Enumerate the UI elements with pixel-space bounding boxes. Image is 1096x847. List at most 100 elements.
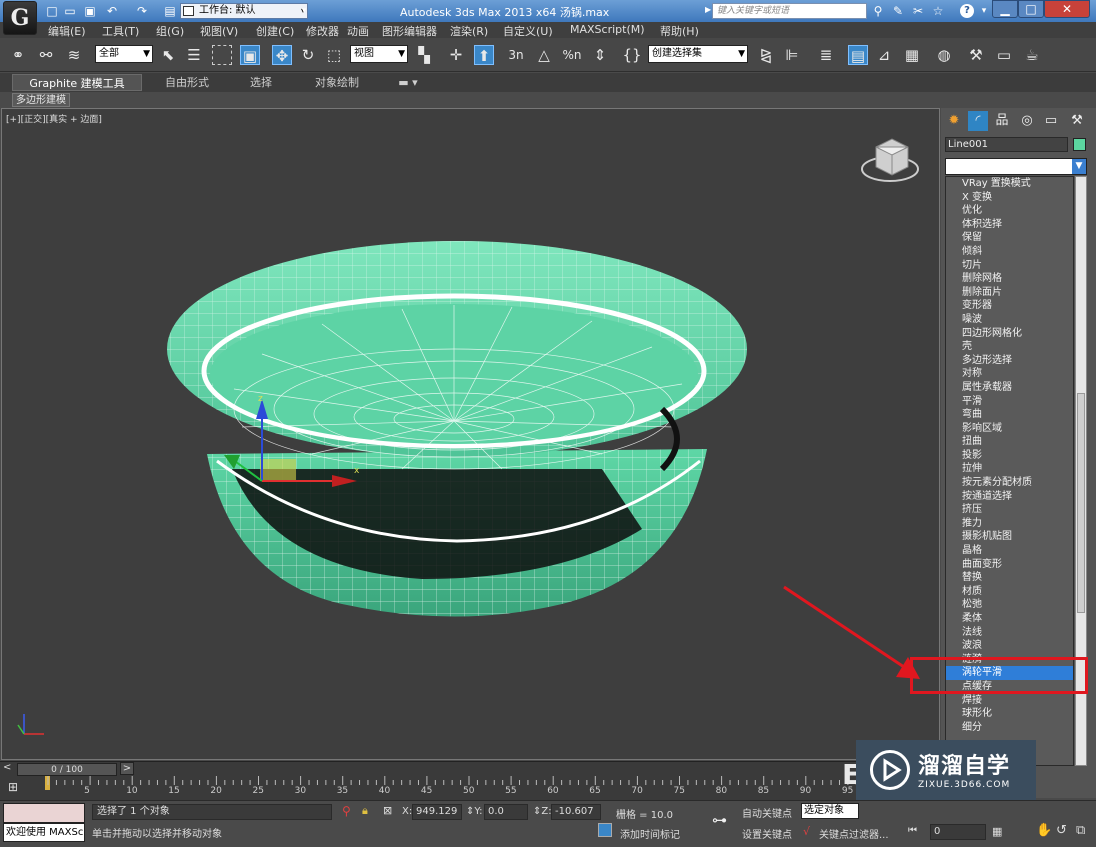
create-tab-icon[interactable]: ✹	[944, 111, 964, 131]
render-setup-icon[interactable]: ⚒	[966, 45, 986, 65]
menu-group[interactable]: 组(G)	[156, 23, 184, 39]
modifier-list-item[interactable]: 按元素分配材质	[946, 476, 1073, 490]
orbit-icon[interactable]: ↺	[1056, 823, 1067, 838]
modifier-list-item[interactable]: 删除面片	[946, 286, 1073, 300]
menu-help[interactable]: 帮助(H)	[660, 23, 699, 39]
y-coordinate-field[interactable]: 0.0	[484, 804, 528, 820]
favorites-star-icon[interactable]: ☆	[930, 3, 946, 19]
align-icon[interactable]: ⊫	[782, 45, 802, 65]
modify-tab-icon[interactable]: ◜	[968, 111, 988, 131]
modifier-list-item[interactable]: 影响区域	[946, 422, 1073, 436]
modifier-list-item[interactable]: 弯曲	[946, 408, 1073, 422]
maxscript-listener[interactable]	[3, 803, 85, 823]
select-and-rotate-icon[interactable]: ↻	[298, 45, 318, 65]
menu-graph-editors[interactable]: 图形编辑器	[382, 23, 437, 39]
application-menu-button[interactable]: G	[3, 1, 37, 35]
open-file-icon[interactable]: ▭	[62, 3, 78, 19]
go-to-start-icon[interactable]: ⏮	[908, 825, 917, 836]
maxscript-mini-listener[interactable]: 欢迎使用 MAXSc	[3, 823, 85, 842]
help-dropdown-icon[interactable]: ▾	[976, 3, 992, 19]
display-tab-icon[interactable]: ▭	[1041, 111, 1061, 131]
modifier-list-item[interactable]: 按通道选择	[946, 490, 1073, 504]
add-time-tag-button[interactable]: 添加时间标记	[620, 826, 680, 841]
modifier-list-item[interactable]: 体积选择	[946, 218, 1073, 232]
tab-object-paint[interactable]: 对象绘制	[302, 74, 372, 91]
modifier-list-item[interactable]: 壳	[946, 340, 1073, 354]
modifier-list-item[interactable]: 球形化	[946, 707, 1073, 721]
time-config-icon[interactable]: ▦	[992, 825, 1002, 838]
workspace-dropdown[interactable]: 工作台: 默认 ▾	[180, 3, 308, 19]
unlink-icon[interactable]: ⚯	[36, 45, 56, 65]
motion-tab-icon[interactable]: ◎	[1017, 111, 1037, 131]
subscription-icon[interactable]: ✂	[910, 3, 926, 19]
modifier-list-item[interactable]: 晶格	[946, 544, 1073, 558]
maximize-viewport-icon[interactable]: ⧉	[1076, 823, 1085, 838]
modifier-list-item[interactable]: 法线	[946, 626, 1073, 640]
menu-edit[interactable]: 编辑(E)	[48, 23, 86, 39]
modifier-list-item[interactable]: 扭曲	[946, 435, 1073, 449]
modifier-list-item[interactable]: 多边形选择	[946, 354, 1073, 368]
key-filters-button[interactable]: 关键点过滤器...	[819, 826, 889, 841]
snaps-toggle-icon[interactable]: 3n	[506, 45, 526, 65]
tab-selection[interactable]: 选择	[236, 74, 286, 91]
modifier-list-item[interactable]: 波浪	[946, 639, 1073, 653]
modifier-list-item[interactable]: 摄影机贴图	[946, 530, 1073, 544]
selection-lock-icon[interactable]: 🔒︎	[362, 804, 368, 818]
modifier-list-item[interactable]: 噪波	[946, 313, 1073, 327]
modifier-list-item[interactable]: 切片	[946, 259, 1073, 273]
render-production-icon[interactable]: ☕	[1022, 45, 1042, 65]
save-file-icon[interactable]: ▣	[82, 3, 98, 19]
time-slider-prev-icon[interactable]: <	[3, 762, 11, 773]
menu-views[interactable]: 视图(V)	[200, 23, 238, 39]
percent-snap-icon[interactable]: %n	[562, 45, 582, 65]
select-object-icon[interactable]: ⬉	[158, 45, 178, 65]
polygon-modeling-panel[interactable]: 多边形建模	[12, 93, 70, 107]
set-key-icon[interactable]: ⊶	[712, 811, 727, 829]
redo-icon[interactable]: ↷	[134, 3, 150, 19]
material-editor-icon[interactable]: ◍	[934, 45, 954, 65]
set-key-button[interactable]: 设置关键点	[742, 826, 792, 841]
project-folder-icon[interactable]: ▤	[162, 3, 178, 19]
z-coordinate-field[interactable]: -10.607	[551, 804, 601, 820]
modifier-list-item[interactable]: 松弛	[946, 598, 1073, 612]
graphite-toggle-icon[interactable]: ▤	[848, 45, 868, 65]
modifier-list-item[interactable]: 投影	[946, 449, 1073, 463]
isolate-selection-icon[interactable]: ⚲	[342, 804, 351, 818]
menu-modifiers[interactable]: 修改器	[306, 23, 339, 39]
modifier-list-item[interactable]: 优化	[946, 204, 1073, 218]
search-input[interactable]: 键入关键字或短语	[712, 3, 867, 19]
select-manipulate-icon[interactable]: ✛	[446, 45, 466, 65]
curve-editor-icon[interactable]: ⊿	[874, 45, 894, 65]
modifier-list-item[interactable]: 拉伸	[946, 462, 1073, 476]
link-icon[interactable]: ⚭	[8, 45, 28, 65]
pivot-center-icon[interactable]: ▚	[414, 45, 434, 65]
modifier-list-dropdown[interactable]: ▼	[945, 158, 1087, 175]
keyboard-shortcut-override-icon[interactable]: ⬆	[474, 45, 494, 65]
ribbon-options-icon[interactable]: ▬ ▾	[388, 74, 428, 91]
menu-animation[interactable]: 动画	[347, 23, 369, 39]
track-bar[interactable]: ⊞ 5 10 15 20 25 30 35 40 45 50 55 60 65 70 75 80 85 90 95	[0, 776, 941, 800]
modifier-list-item[interactable]: VRay 置换模式	[946, 177, 1073, 191]
time-slider[interactable]: 0 / 100	[17, 763, 117, 776]
new-file-icon[interactable]: □	[44, 3, 60, 19]
select-by-name-icon[interactable]: ☰	[184, 45, 204, 65]
modifier-list-item[interactable]: 推力	[946, 517, 1073, 531]
help-icon[interactable]: ?	[960, 4, 974, 18]
scrollbar-thumb[interactable]	[1077, 393, 1085, 613]
pot-mesh[interactable]	[167, 241, 747, 617]
modifier-list-item[interactable]: 细分	[946, 721, 1073, 735]
select-and-scale-icon[interactable]: ⬚	[324, 45, 344, 65]
layer-manager-icon[interactable]: ≣	[816, 45, 836, 65]
modifier-list-item[interactable]: 材质	[946, 585, 1073, 599]
mirror-icon[interactable]: ⧎	[756, 45, 776, 65]
auto-key-button[interactable]: 自动关键点	[742, 805, 792, 820]
perspective-viewport[interactable]: [+][正交][真实 + 边面] x z	[1, 108, 940, 760]
utilities-tab-icon[interactable]: ⚒	[1067, 111, 1087, 131]
time-slider-next-icon[interactable]: >	[120, 762, 134, 775]
menu-tools[interactable]: 工具(T)	[102, 23, 139, 39]
view-cube[interactable]	[861, 138, 919, 182]
select-and-move-icon[interactable]: ✥	[272, 45, 292, 65]
reference-coordinate-dropdown[interactable]: 视图 ▼	[350, 45, 408, 63]
rectangular-selection-icon[interactable]	[212, 45, 232, 65]
modifier-list-item[interactable]: 曲面变形	[946, 558, 1073, 572]
